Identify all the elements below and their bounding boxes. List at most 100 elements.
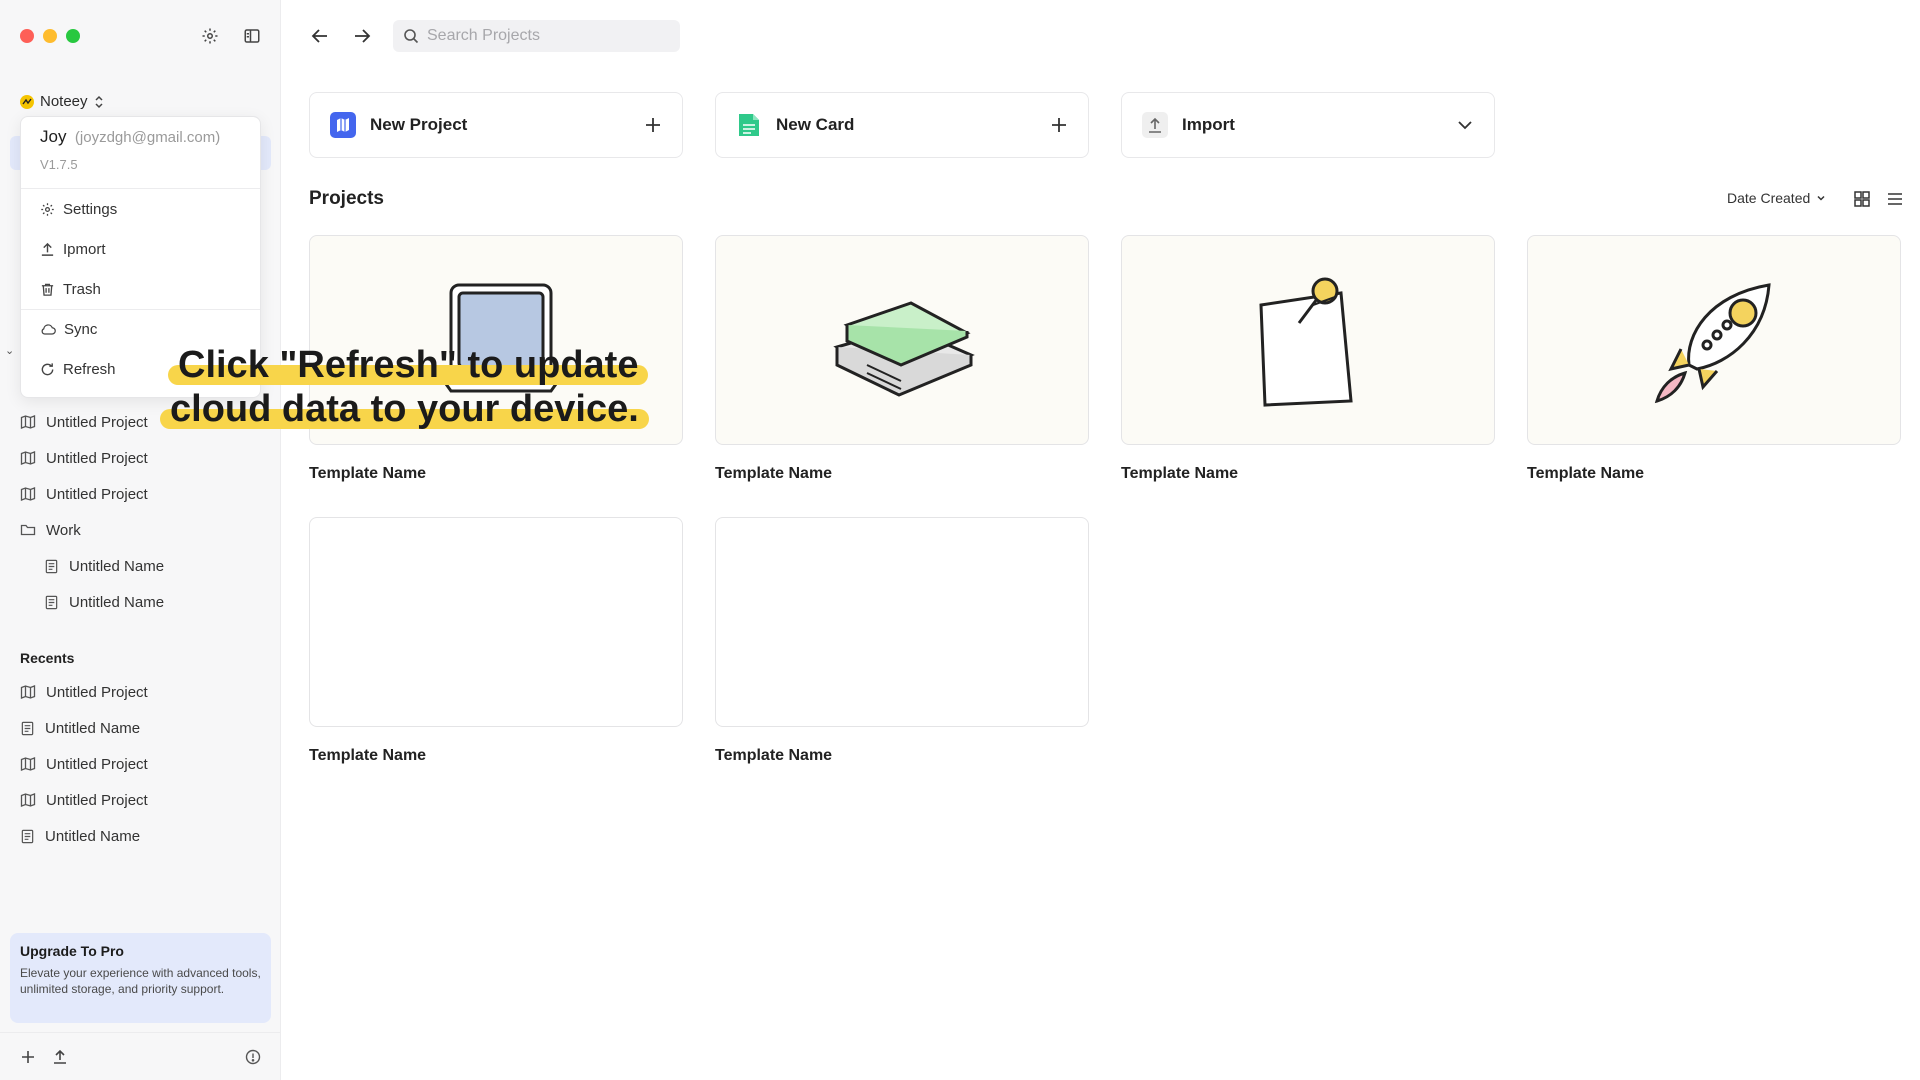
sidebar-item-label: Untitled Name — [45, 827, 141, 845]
sidebar-item-label: Work — [46, 521, 81, 539]
arrow-right-icon — [355, 29, 371, 43]
search-input[interactable] — [427, 27, 667, 45]
sidebar-item-label: Untitled Name — [45, 719, 141, 737]
upload-icon — [40, 242, 55, 257]
map-icon — [20, 414, 36, 430]
sort-dropdown[interactable]: Date Created — [1727, 190, 1826, 206]
folder-icon — [20, 522, 36, 538]
sidebar-item-label: Untitled Project — [46, 449, 148, 467]
sidebar-item-untitled-project[interactable]: Untitled Project — [20, 746, 270, 782]
menu-item-settings[interactable]: Settings — [21, 189, 260, 229]
help-button[interactable] — [243, 1047, 263, 1067]
cloud-icon — [40, 322, 56, 337]
import-button[interactable]: Import — [1121, 92, 1495, 158]
zoom-window-button[interactable] — [66, 29, 80, 43]
doc-icon — [20, 721, 35, 736]
settings-button[interactable] — [200, 26, 220, 46]
map-icon — [20, 450, 36, 466]
sidebar-item-untitled-name[interactable]: Untitled Name — [20, 818, 270, 854]
new-card-label: New Card — [776, 115, 855, 134]
add-button[interactable] — [18, 1047, 38, 1067]
import-label: Import — [1182, 115, 1235, 134]
app-version: V1.7.5 — [40, 157, 78, 172]
back-button[interactable] — [309, 25, 331, 47]
sidebar-item-untitled-project[interactable]: Untitled Project — [20, 674, 270, 710]
sidebar-item-untitled-project[interactable]: Untitled Project — [20, 782, 270, 818]
sidebar-item-label: Untitled Project — [46, 791, 148, 809]
projects-heading: Projects — [309, 188, 384, 209]
workspace-name: Noteey — [40, 93, 88, 110]
sidebar-item-untitled-project[interactable]: Untitled Project — [20, 440, 270, 476]
grid-icon — [1854, 191, 1870, 207]
account-info: Joy (joyzdgh@gmail.com) V1.7.5 — [21, 117, 260, 189]
gear-icon — [40, 202, 55, 217]
new-project-button[interactable]: New Project — [309, 92, 683, 158]
sidebar-item-label: Untitled Project — [46, 755, 148, 773]
project-tree: Untitled Project Untitled Project Untitled… — [20, 404, 270, 620]
plus-icon — [22, 1050, 34, 1063]
workspace-switcher[interactable]: Noteey — [20, 93, 104, 110]
template-thumbnail-books — [715, 235, 1089, 445]
sidebar-footer — [0, 1032, 281, 1080]
gear-icon — [202, 28, 218, 44]
refresh-icon — [40, 362, 55, 377]
sidebar-item-label: Untitled Project — [46, 485, 148, 503]
template-card[interactable]: Template Name — [1527, 235, 1901, 483]
template-card[interactable]: Template Name — [715, 235, 1089, 483]
app-window: Noteey ⌄ Untitled Project Untitled Projec… — [0, 0, 1920, 1080]
sidebar-item-untitled-project[interactable]: Untitled Project — [20, 476, 270, 512]
trash-icon — [40, 282, 55, 297]
toggle-sidebar-button[interactable] — [242, 26, 262, 46]
menu-item-ipmort[interactable]: Ipmort — [21, 229, 260, 269]
sidebar-toggle-icon — [244, 29, 260, 43]
upload-button[interactable] — [50, 1047, 70, 1067]
sidebar-item-untitled-name[interactable]: Untitled Name — [20, 710, 270, 746]
template-name: Template Name — [1121, 465, 1239, 482]
chevron-down-icon[interactable]: ⌄ — [5, 344, 14, 357]
template-name: Template Name — [1527, 465, 1645, 482]
template-thumbnail-blank — [309, 517, 683, 727]
import-upload-icon — [1142, 112, 1168, 138]
sidebar-item-label: Untitled Project — [46, 683, 148, 701]
window-controls — [20, 29, 80, 43]
list-view-button[interactable] — [1885, 189, 1905, 209]
doc-icon — [44, 595, 59, 610]
upgrade-banner[interactable]: Upgrade To Pro Elevate your experience w… — [10, 933, 271, 1023]
recents-list: Untitled Project Untitled Name Untitled Pr… — [20, 674, 270, 854]
minimize-window-button[interactable] — [43, 29, 57, 43]
template-card[interactable]: Template Name — [309, 517, 683, 765]
sidebar-item-untitled-name[interactable]: Untitled Name — [20, 548, 270, 584]
sidebar-item-label: Untitled Name — [69, 557, 165, 575]
card-document-icon — [739, 114, 759, 136]
doc-icon — [44, 559, 59, 574]
template-card[interactable]: Template Name — [1121, 235, 1495, 483]
project-map-icon — [330, 112, 356, 138]
chevron-down-icon — [1817, 195, 1825, 201]
user-email: (joyzdgh@gmail.com) — [74, 129, 221, 146]
callout-line-1: Click "Refresh" to update — [168, 343, 649, 387]
map-icon — [20, 792, 36, 808]
user-name: Joy — [40, 127, 67, 146]
grid-view-button[interactable] — [1852, 189, 1872, 209]
tutorial-callout: Click "Refresh" to update cloud data to … — [160, 343, 649, 431]
forward-button[interactable] — [351, 25, 373, 47]
list-icon — [1888, 193, 1902, 205]
plus-icon — [646, 118, 660, 132]
template-thumbnail-blank — [715, 517, 1089, 727]
menu-item-trash[interactable]: Trash — [21, 269, 260, 309]
template-name: Template Name — [715, 465, 833, 482]
close-window-button[interactable] — [20, 29, 34, 43]
upgrade-description: Elevate your experience with advanced to… — [20, 966, 261, 996]
search-box[interactable] — [393, 20, 680, 52]
new-card-button[interactable]: New Card — [715, 92, 1089, 158]
sidebar-item-untitled-name[interactable]: Untitled Name — [20, 584, 270, 620]
template-thumbnail-note-pin — [1121, 235, 1495, 445]
template-card[interactable]: Template Name — [715, 517, 1089, 765]
map-icon — [20, 486, 36, 502]
upload-icon — [54, 1049, 66, 1064]
chevron-down-icon — [1458, 121, 1472, 130]
sidebar-item-work[interactable]: Work — [20, 512, 270, 548]
search-icon — [404, 29, 419, 44]
menu-item-label: Trash — [63, 280, 101, 298]
help-circle-icon — [245, 1049, 261, 1064]
